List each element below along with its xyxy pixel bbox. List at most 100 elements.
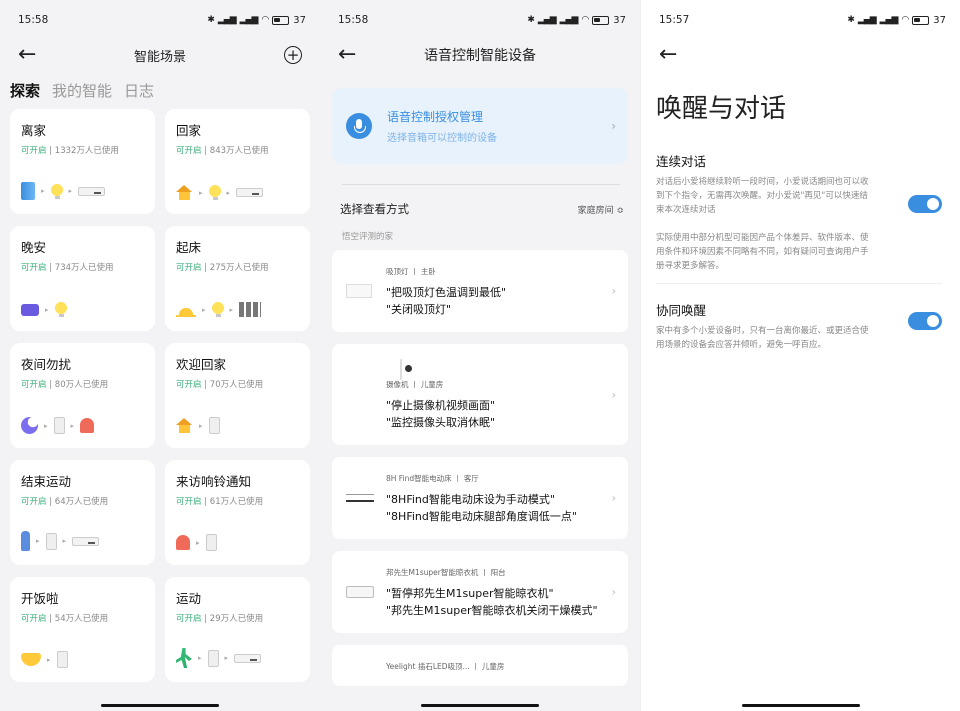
scene-icons: ▸ ▸ [176, 185, 264, 200]
scene-card[interactable]: 结束运动 可开启 | 64万人已使用 ▸ ▸ [10, 460, 155, 565]
tab-2[interactable]: 日志 [124, 80, 154, 101]
scene-icons: ▸ ▸ [21, 182, 106, 200]
scene-usage: 275万人已使用 [209, 263, 269, 273]
speaker-icon [56, 651, 68, 668]
wake-dialog-screen: 15:57 ✱ ▂▄▆ ▂▄▆ ◠ 37 ← 唤醒与对话 连续对话 对话后小爱将… [640, 0, 960, 711]
back-arrow-icon[interactable]: ← [338, 44, 356, 66]
voice-command: "监控摄像头取消休眠" [386, 415, 496, 429]
wifi-icon: ◠ [261, 15, 269, 25]
arrow-icon: ▸ [68, 187, 73, 195]
scene-grid: 离家 可开启 | 1332万人已使用 ▸ ▸ 回家 可开启 | 843万人已使用 ▸ ▸ 晚安可… [0, 107, 320, 684]
scene-card[interactable]: 晚安 可开启 | 734万人已使用 ▸ [10, 226, 155, 331]
header: ← 语音控制智能设备 [320, 40, 640, 70]
battery-level: 37 [293, 14, 306, 26]
device-card[interactable]: Yeelight 插石LED吸顶... 丨 儿童房 [332, 645, 628, 686]
scene-subtitle: 可开启 | 1332万人已使用 [21, 144, 144, 156]
device-meta: 摄像机 丨 儿童房 [386, 380, 444, 389]
voice-control-screen: 15:58 ✱ ▂▄▆ ▂▄▆ ◠ 37 ← 语音控制智能设备 语音控制授权管理… [320, 0, 640, 711]
separator: | [46, 380, 55, 390]
chevron-right-icon: › [611, 284, 616, 298]
continuous-dialog-title: 连续对话 [656, 154, 707, 169]
back-arrow-icon[interactable]: ← [18, 44, 36, 66]
continuous-dialog-section: 连续对话 对话后小爱将继续聆听一段时间，小爱说话期间也可以收到下个指令，无需再次… [641, 151, 960, 273]
scene-card[interactable]: 离家 可开启 | 1332万人已使用 ▸ ▸ [10, 109, 155, 214]
scene-card[interactable]: 来访响铃通知 可开启 | 61万人已使用 ▸ [165, 460, 310, 565]
status-bar: 15:57 ✱ ▂▄▆ ▂▄▆ ◠ 37 [641, 0, 960, 40]
speaker-icon [45, 532, 57, 550]
scene-status: 可开启 [176, 497, 202, 507]
scene-subtitle: 可开启 | 843万人已使用 [176, 144, 299, 156]
scene-card[interactable]: 夜间勿扰 可开启 | 80万人已使用 ▸ ▸ [10, 343, 155, 448]
scene-subtitle: 可开启 | 734万人已使用 [21, 261, 144, 273]
speaker-icon [207, 649, 219, 667]
scene-subtitle: 可开启 | 70万人已使用 [176, 378, 299, 390]
voice-command: "暂停邦先生M1super智能晾衣机" [386, 587, 554, 600]
tab-0[interactable]: 探索 [10, 80, 40, 101]
scene-status: 可开启 [176, 380, 202, 390]
voice-command: "把吸顶灯色温调到最低" [386, 286, 507, 299]
signal-icon: ▂▄▆ [537, 15, 557, 25]
scene-status: 可开启 [21, 497, 47, 507]
scene-title: 来访响铃通知 [176, 474, 252, 489]
add-icon[interactable]: + [284, 46, 302, 64]
separator: | [201, 497, 210, 507]
auth-title: 语音控制授权管理 [387, 110, 484, 124]
arrow-icon: ▸ [229, 305, 234, 314]
scene-card[interactable]: 起床 可开启 | 275万人已使用 ▸ ▸ [165, 226, 310, 331]
scene-card[interactable]: 开饭啦 可开启 | 54万人已使用 ▸ [10, 577, 155, 682]
home-indicator[interactable] [741, 704, 860, 707]
separator: | [46, 614, 55, 624]
continuous-dialog-toggle[interactable] [908, 195, 942, 213]
device-meta: 8H Find智能电动床 丨 客厅 [386, 474, 479, 483]
ac-icon [72, 536, 100, 546]
bulb-icon [208, 185, 221, 200]
ac-icon [236, 188, 264, 197]
scene-card[interactable]: 欢迎回家 可开启 | 70万人已使用 ▸ [165, 343, 310, 448]
cooperative-wake-section: 协同唤醒 家中有多个小爱设备时，只有一台离你最近、或更适合使用场景的设备会应答并… [641, 300, 960, 352]
arrow-icon: ▸ [198, 654, 202, 662]
scene-title: 晚安 [21, 240, 47, 255]
scene-usage: 64万人已使用 [54, 497, 109, 507]
page-title: 智能场景 [133, 49, 186, 65]
arrow-icon: ▸ [47, 655, 51, 664]
battery-level: 37 [613, 14, 626, 26]
separator: | [201, 380, 210, 390]
separator: | [201, 263, 210, 273]
home-name: 悟空评测的家 [342, 232, 394, 242]
status-time: 15:58 [338, 14, 369, 26]
scene-icons: ▸ ▸ [21, 531, 100, 551]
scene-status: 可开启 [21, 263, 47, 273]
cooperative-wake-toggle[interactable] [908, 312, 942, 331]
home-indicator[interactable] [421, 704, 539, 707]
device-card[interactable]: 吸顶灯 丨 主卧 "把吸顶灯色温调到最低" "关闭吸顶灯" › [332, 250, 628, 332]
voice-command: "邦先生M1super智能晾衣机关闭干燥模式" [386, 603, 598, 617]
home-indicator[interactable] [101, 704, 219, 707]
battery-level: 37 [933, 14, 946, 26]
scene-card[interactable]: 回家 可开启 | 843万人已使用 ▸ ▸ [165, 109, 310, 214]
bluetooth-icon: ✱ [847, 15, 854, 25]
bulb-icon [211, 302, 224, 317]
tab-1[interactable]: 我的智能 [52, 80, 112, 101]
separator: | [46, 497, 55, 507]
back-arrow-icon[interactable]: ← [659, 44, 677, 66]
bulb-icon [54, 302, 67, 317]
speaker-icon [205, 534, 217, 551]
arrow-icon: ▸ [196, 538, 200, 547]
sunrise-icon [176, 302, 196, 317]
door-icon [21, 182, 35, 200]
status-bar: 15:58 ✱ ▂▄▆ ▂▄▆ ◠ 37 [0, 0, 320, 40]
status-icons: ✱ ▂▄▆ ▂▄▆ ◠ 37 [527, 15, 626, 26]
view-mode-selector[interactable]: 家庭房间 ≎ [578, 203, 624, 216]
authorization-management-card[interactable]: 语音控制授权管理 选择音箱可以控制的设备 › [332, 88, 628, 164]
separator: | [46, 146, 55, 156]
view-mode-title: 选择查看方式 [340, 202, 409, 216]
scene-subtitle: 可开启 | 64万人已使用 [21, 495, 144, 507]
device-card[interactable]: 邦先生M1super智能晾衣机 丨 阳台 "暂停邦先生M1super智能晾衣机" "… [332, 551, 628, 633]
voice-command: "停止摄像机视频画面" [386, 399, 496, 412]
device-card[interactable]: 8H Find智能电动床 丨 客厅 "8HFind智能电动床设为手动模式" "8HF… [332, 457, 628, 539]
arrow-icon: ▸ [41, 187, 45, 195]
continuous-dialog-note: 实际使用中部分机型可能因产品个体差异、软件版本、使用条件和环境因素不同略有不同，… [656, 233, 869, 272]
scene-card[interactable]: 运动 可开启 | 29万人已使用 ▸ ▸ [165, 577, 310, 682]
scene-subtitle: 可开启 | 54万人已使用 [21, 612, 144, 624]
device-card[interactable]: 摄像机 丨 儿童房 "停止摄像机视频画面" "监控摄像头取消休眠" › [332, 344, 628, 445]
